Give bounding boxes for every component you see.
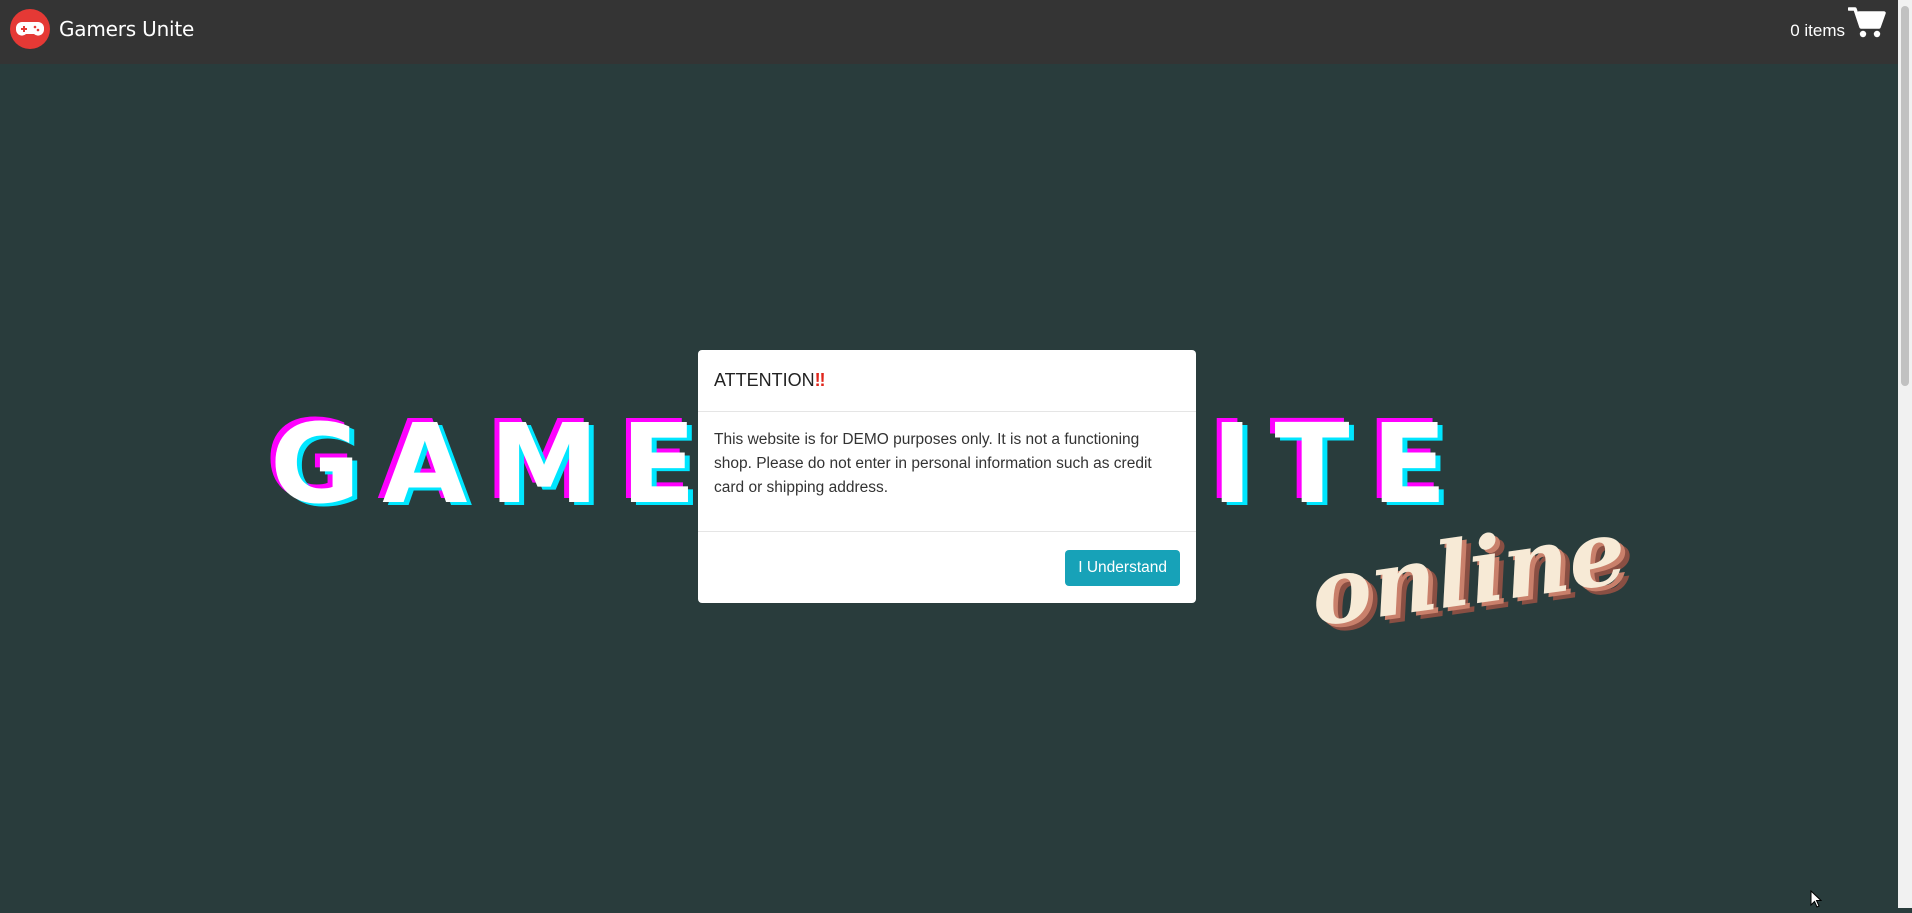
cart-button[interactable]: 0 items [1790, 6, 1886, 45]
modal-title: ATTENTION [714, 370, 815, 390]
double-exclamation-icon: ‼ [814, 370, 826, 390]
mouse-pointer-icon [1810, 889, 1823, 913]
attention-modal: ATTENTION‼ This website is for DEMO purp… [698, 350, 1196, 603]
cart-count: 0 items [1790, 20, 1845, 40]
understand-button[interactable]: I Understand [1065, 550, 1180, 586]
shopping-cart-icon [1847, 6, 1886, 45]
modal-footer: I Understand [698, 532, 1196, 602]
brand-name: Gamers Unite [59, 17, 195, 41]
brand-link[interactable]: Gamers Unite [10, 9, 194, 49]
modal-header: ATTENTION‼ [698, 350, 1196, 412]
scrollbar-thumb[interactable] [1901, 6, 1909, 386]
modal-body: This website is for DEMO purposes only. … [698, 412, 1196, 532]
page-scrollbar[interactable] [1898, 0, 1912, 908]
gamepad-icon [10, 9, 50, 49]
navbar: Gamers Unite 0 items [0, 0, 1898, 64]
